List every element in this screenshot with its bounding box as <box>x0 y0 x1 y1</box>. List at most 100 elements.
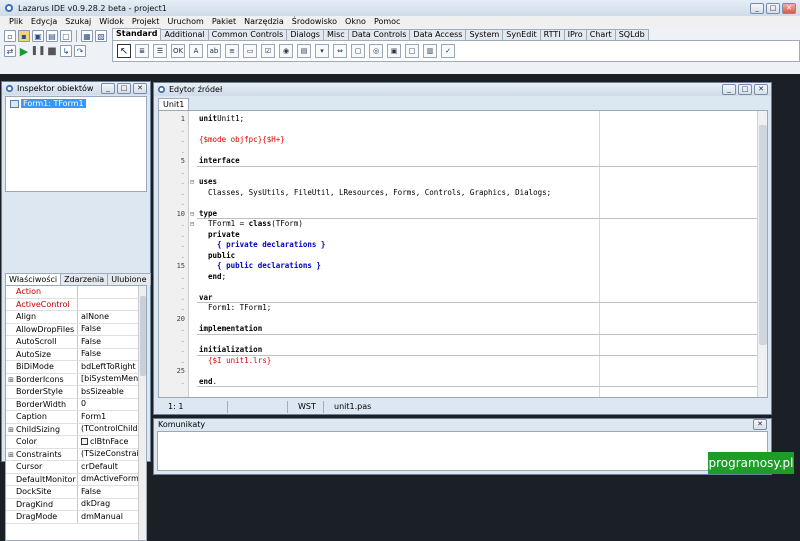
tpanel-icon[interactable]: □ <box>405 44 419 58</box>
property-row[interactable]: DefaultMonitor dmActiveForm <box>6 473 146 486</box>
palette-tab[interactable]: RTTI <box>539 29 565 40</box>
property-row[interactable]: DragKind dkDrag <box>6 498 146 511</box>
step-into-icon[interactable]: ↳ <box>60 45 72 57</box>
property-value[interactable]: False <box>78 349 146 361</box>
menu-item[interactable]: Widok <box>96 16 127 28</box>
property-row[interactable]: BorderWidth 0 <box>6 398 146 411</box>
palette-tab[interactable]: Data Access <box>409 29 467 40</box>
open-icon[interactable]: ▪ <box>18 30 30 42</box>
property-row[interactable]: Action <box>6 286 146 299</box>
tlistbox-icon[interactable]: ▤ <box>297 44 311 58</box>
save-all-icon[interactable]: ▤ <box>46 30 58 42</box>
code-line[interactable]: . <box>159 146 759 157</box>
messages-list[interactable] <box>157 431 768 471</box>
tcheckbox-icon[interactable]: ☑ <box>261 44 275 58</box>
code-line[interactable]: . <box>159 198 759 209</box>
property-value[interactable]: (TSizeConstraint <box>78 449 146 461</box>
editor-close-button[interactable]: ✕ <box>754 84 768 95</box>
property-value[interactable]: False <box>78 336 146 348</box>
messages-title-bar[interactable]: Komunikaty ✕ <box>154 419 771 430</box>
messages-close-button[interactable]: ✕ <box>753 419 767 430</box>
scrollbar-thumb[interactable] <box>759 125 767 345</box>
palette-tab[interactable]: Standard <box>112 28 162 40</box>
menu-item[interactable]: Okno <box>342 16 369 28</box>
property-row[interactable]: BorderStyle bsSizeable <box>6 386 146 399</box>
inspector-maximize-button[interactable]: □ <box>117 83 131 94</box>
property-value[interactable]: False <box>78 486 146 498</box>
menu-item[interactable]: Środowisko <box>289 16 340 28</box>
property-grid-scrollbar[interactable] <box>138 286 146 540</box>
property-row[interactable]: Cursor crDefault <box>6 461 146 474</box>
new-form-icon[interactable]: ▢ <box>60 30 72 42</box>
code-line[interactable]: . <box>159 282 759 293</box>
code-line[interactable]: . end; <box>159 272 759 283</box>
property-value[interactable]: dmManual <box>78 511 146 523</box>
property-row[interactable]: AutoScroll False <box>6 336 146 349</box>
tcheckgroup-icon[interactable]: ▣ <box>387 44 401 58</box>
tab-favorites[interactable]: Ulubione <box>107 273 151 285</box>
editor-maximize-button[interactable]: □ <box>738 84 752 95</box>
tcombobox-icon[interactable]: ▾ <box>315 44 329 58</box>
editor-vertical-scrollbar[interactable] <box>757 111 767 397</box>
selection-pointer-icon[interactable]: ↖ <box>117 44 131 58</box>
property-value[interactable]: alNone <box>78 311 146 323</box>
property-value[interactable]: dkDrag <box>78 499 146 511</box>
property-value[interactable]: [biSystemMenu,b <box>78 374 146 386</box>
property-row[interactable]: AutoSize False <box>6 348 146 361</box>
property-row[interactable]: Color clBtnFace <box>6 436 146 449</box>
expand-plus-icon[interactable]: ⊞ <box>6 424 16 436</box>
code-line[interactable]: . { private declarations } <box>159 240 759 251</box>
property-value[interactable]: crDefault <box>78 461 146 473</box>
property-row[interactable]: DragMode dmManual <box>6 511 146 524</box>
fold-toggle-icon[interactable]: ⊟ <box>190 177 194 188</box>
palette-tab[interactable]: Dialogs <box>286 29 324 40</box>
palette-tab[interactable]: SynEdit <box>502 29 541 40</box>
maximize-button[interactable]: □ <box>766 2 780 14</box>
property-row[interactable]: ⊞ BorderIcons [biSystemMenu,b <box>6 373 146 386</box>
view-forms-icon[interactable]: ▧ <box>95 30 107 42</box>
property-value[interactable]: 0 <box>78 399 146 411</box>
code-line[interactable]: . Classes, SysUtils, FileUtil, LResource… <box>159 188 759 199</box>
view-units-icon[interactable]: ▦ <box>81 30 93 42</box>
menu-item[interactable]: Narzędzia <box>241 16 287 28</box>
code-line[interactable]: . <box>159 335 759 346</box>
new-unit-icon[interactable]: ▫ <box>4 30 16 42</box>
palette-tab[interactable]: Data Controls <box>347 29 411 40</box>
editor-minimize-button[interactable]: _ <box>722 84 736 95</box>
step-over-icon[interactable]: ↷ <box>74 45 86 57</box>
title-bar[interactable]: Lazarus IDE v0.9.28.2 beta - project1 _ … <box>0 0 800 16</box>
tab-events[interactable]: Zdarzenia <box>60 273 109 285</box>
code-line[interactable]: . {$I unit1.lrs} <box>159 356 759 367</box>
tradiogroup-icon[interactable]: ◎ <box>369 44 383 58</box>
toggle-form-unit-icon[interactable]: ⇄ <box>4 45 16 57</box>
fold-toggle-icon[interactable]: ⊟ <box>190 219 194 230</box>
palette-tab[interactable]: System <box>465 29 504 40</box>
property-value[interactable]: Form1 <box>78 411 146 423</box>
menu-item[interactable]: Plik <box>6 16 26 28</box>
tbutton-icon[interactable]: OK <box>171 44 185 58</box>
property-row[interactable]: Caption Form1 <box>6 411 146 424</box>
property-value[interactable]: dmActiveForm <box>78 474 146 486</box>
property-row[interactable]: AllowDropFiles False <box>6 323 146 336</box>
tmemo-icon[interactable]: ≡ <box>225 44 239 58</box>
menu-item[interactable]: Uruchom <box>164 16 206 28</box>
palette-tab[interactable]: Common Controls <box>207 29 288 40</box>
tmainmenu-icon[interactable]: ≣ <box>135 44 149 58</box>
tree-node-form1[interactable]: Form1: TForm1 <box>10 99 146 108</box>
inspector-close-button[interactable]: ✕ <box>133 83 147 94</box>
minimize-button[interactable]: _ <box>750 2 764 14</box>
expand-plus-icon[interactable]: ⊞ <box>6 449 16 461</box>
pause-icon[interactable]: ❚❚ <box>30 45 45 57</box>
code-editor[interactable]: 1 unitUnit1;.. {$mode objfpc}{$H+}. 5 interf… <box>158 110 768 398</box>
code-line[interactable]: . ⊟ TForm1 = class(TForm) <box>159 219 759 230</box>
property-value[interactable] <box>78 286 146 298</box>
property-row[interactable]: DockSite False <box>6 486 146 499</box>
tgroupbox-icon[interactable]: ▢ <box>351 44 365 58</box>
tedit-icon[interactable]: ab <box>207 44 221 58</box>
menu-item[interactable]: Edycja <box>28 16 60 28</box>
code-line[interactable]: . {$mode objfpc}{$H+} <box>159 135 759 146</box>
expand-plus-icon[interactable]: ⊞ <box>6 374 16 386</box>
code-line[interactable]: . private <box>159 230 759 241</box>
tscrollbar-icon[interactable]: ⇔ <box>333 44 347 58</box>
property-value[interactable]: bsSizeable <box>78 386 146 398</box>
